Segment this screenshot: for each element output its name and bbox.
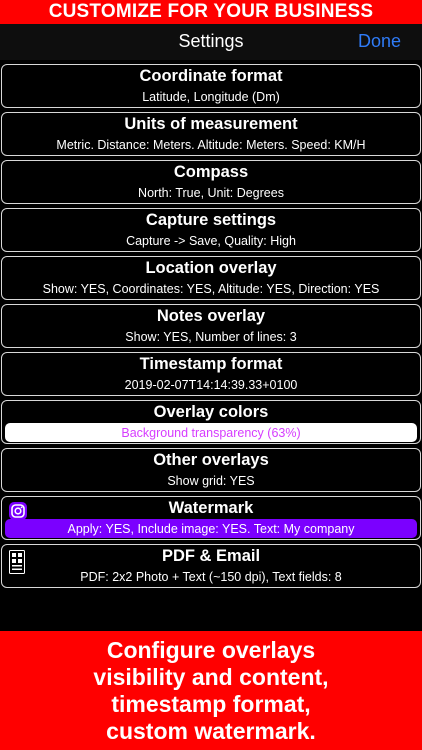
setting-value: Latitude, Longitude (Dm) xyxy=(142,90,280,104)
setting-value: 2019-02-07T14:14:39.33+0100 xyxy=(124,378,298,392)
setting-title: Location overlay xyxy=(145,259,277,277)
promo-banner-bottom: Configure overlays visibility and conten… xyxy=(0,631,422,750)
setting-value: North: True, Unit: Degrees xyxy=(138,186,284,200)
setting-value: Show: YES, Number of lines: 3 xyxy=(125,330,297,344)
setting-title: Timestamp format xyxy=(139,355,283,373)
setting-location-overlay[interactable]: Location overlay Show: YES, Coordinates:… xyxy=(1,256,421,300)
promo-line: custom watermark. xyxy=(106,717,316,744)
watermark-preview: Apply: YES, Include image: YES. Text: My… xyxy=(5,519,417,538)
setting-capture-settings[interactable]: Capture settings Capture -> Save, Qualit… xyxy=(1,208,421,252)
setting-value: Capture -> Save, Quality: High xyxy=(126,234,296,248)
setting-title: Units of measurement xyxy=(124,115,298,133)
setting-coordinate-format[interactable]: Coordinate format Latitude, Longitude (D… xyxy=(1,64,421,108)
done-button[interactable]: Done xyxy=(358,31,401,52)
promo-banner-top-text: CUSTOMIZE FOR YOUR BUSINESS xyxy=(48,1,374,22)
overlay-color-preview: Background transparency (63%) xyxy=(5,423,417,442)
setting-title: Capture settings xyxy=(145,211,277,229)
setting-title: PDF & Email xyxy=(161,547,261,565)
setting-value: Show: YES, Coordinates: YES, Altitude: Y… xyxy=(42,282,380,296)
setting-title: Watermark xyxy=(168,499,254,517)
setting-value: PDF: 2x2 Photo + Text (~150 dpi), Text f… xyxy=(80,570,342,584)
setting-title: Notes overlay xyxy=(156,307,266,325)
setting-watermark[interactable]: Watermark Apply: YES, Include image: YES… xyxy=(1,496,421,540)
setting-compass[interactable]: Compass North: True, Unit: Degrees xyxy=(1,160,421,204)
setting-title: Compass xyxy=(173,163,249,181)
setting-value: Show grid: YES xyxy=(167,474,255,488)
promo-line: timestamp format, xyxy=(111,690,311,717)
navigation-bar: Settings Done xyxy=(0,24,422,60)
setting-notes-overlay[interactable]: Notes overlay Show: YES, Number of lines… xyxy=(1,304,421,348)
setting-overlay-colors[interactable]: Overlay colors Background transparency (… xyxy=(1,400,421,444)
setting-units-of-measurement[interactable]: Units of measurement Metric. Distance: M… xyxy=(1,112,421,156)
setting-title: Other overlays xyxy=(153,451,269,469)
setting-timestamp-format[interactable]: Timestamp format 2019-02-07T14:14:39.33+… xyxy=(1,352,421,396)
setting-title: Overlay colors xyxy=(153,403,269,421)
setting-pdf-email[interactable]: PDF & Email PDF: 2x2 Photo + Text (~150 … xyxy=(1,544,421,588)
promo-banner-top: CUSTOMIZE FOR YOUR BUSINESS xyxy=(0,0,422,24)
promo-line: visibility and content, xyxy=(93,663,329,690)
setting-title: Coordinate format xyxy=(139,67,283,85)
setting-other-overlays[interactable]: Other overlays Show grid: YES xyxy=(1,448,421,492)
promo-line: Configure overlays xyxy=(106,636,316,663)
setting-value: Metric. Distance: Meters. Altitude: Mete… xyxy=(56,138,366,152)
